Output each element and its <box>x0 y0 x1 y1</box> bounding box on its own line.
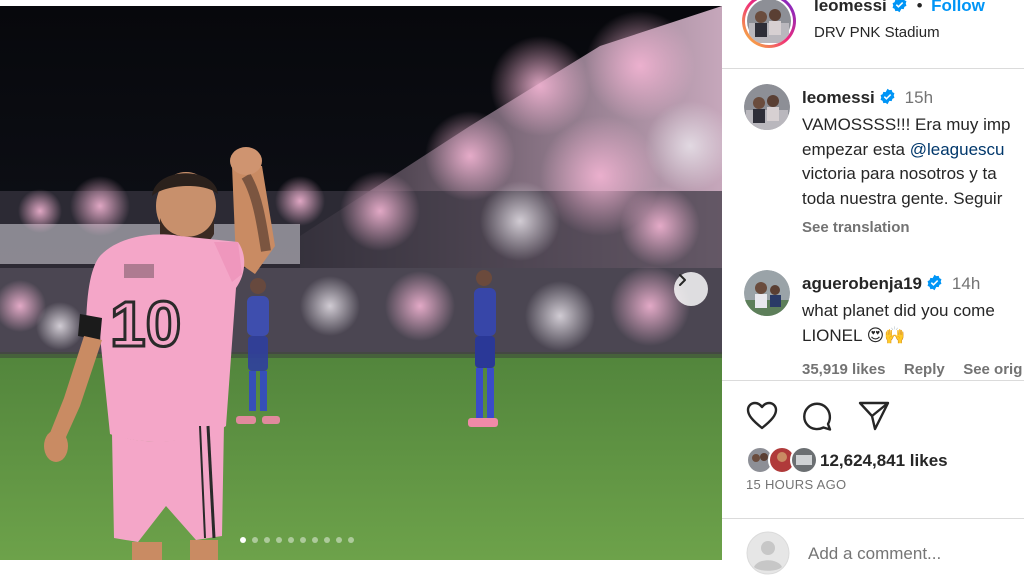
caption-username[interactable]: leomessi <box>802 88 875 107</box>
see-original-button[interactable]: See orig <box>963 361 1022 378</box>
post-time-ago[interactable]: 15 HOURS AGO <box>746 477 846 492</box>
chevron-right-icon <box>679 274 686 286</box>
carousel-dot <box>336 537 342 543</box>
author-avatar-ring[interactable] <box>742 0 796 48</box>
likes-count[interactable]: 12,624,841 likes <box>820 451 948 471</box>
comment-line: what planet did you come <box>802 301 995 320</box>
caption-avatar[interactable] <box>744 84 790 130</box>
comment-likes[interactable]: 35,919 likes <box>802 361 885 378</box>
carousel-dot <box>348 537 354 543</box>
comment-emoji: 😍🙌 <box>866 325 906 345</box>
see-translation-button[interactable]: See translation <box>802 219 910 236</box>
default-avatar-icon <box>746 531 790 575</box>
liked-by-avatars[interactable] <box>746 445 818 475</box>
comment-line-text: LIONEL <box>802 325 862 345</box>
separator-dot: • <box>916 0 923 15</box>
commenter-username[interactable]: aguerobenja19 <box>802 274 922 293</box>
carousel-indicator <box>240 537 354 543</box>
add-comment-input[interactable] <box>806 543 1010 565</box>
verified-icon <box>928 274 942 291</box>
carousel-dot <box>300 537 306 543</box>
verified-icon <box>892 0 907 13</box>
add-comment-bar <box>722 518 1024 576</box>
jersey-number: 10 <box>110 288 181 360</box>
heart-icon[interactable] <box>746 401 778 431</box>
carousel-dot <box>288 537 294 543</box>
post-media[interactable]: 10 <box>0 6 722 560</box>
comment-line: LIONEL 😍🙌 <box>802 324 995 349</box>
commenter-avatar[interactable] <box>744 270 790 316</box>
comment-time[interactable]: 14h <box>952 274 980 293</box>
caption-line-text: empezar esta <box>802 139 910 159</box>
carousel-dot <box>276 537 282 543</box>
carousel-dot <box>264 537 270 543</box>
share-icon[interactable] <box>858 401 890 431</box>
caption-line: toda nuestra gente. Seguir <box>802 188 1003 208</box>
avatar <box>744 270 790 316</box>
verified-icon <box>880 88 895 105</box>
post-location[interactable]: DRV PNK Stadium <box>814 24 940 41</box>
follow-button[interactable]: Follow <box>931 0 985 15</box>
carousel-next-button[interactable] <box>674 272 708 306</box>
comment-icon[interactable] <box>801 400 833 432</box>
post-side-panel: leomessi • Follow DRV PNK Stadium leomes… <box>722 0 1024 576</box>
carousel-dot <box>252 537 258 543</box>
caption-time[interactable]: 15h <box>905 88 933 107</box>
post-header: leomessi • Follow DRV PNK Stadium <box>722 0 1024 69</box>
avatar <box>744 84 790 130</box>
caption-line: VAMOSSSS!!! Era muy imp <box>802 115 1011 134</box>
avatar <box>747 0 791 43</box>
post-photo: 10 <box>0 6 722 560</box>
reply-button[interactable]: Reply <box>904 361 945 378</box>
mention-link[interactable]: @leaguescu <box>910 140 1005 159</box>
caption-line: empezar esta @leaguescu <box>802 138 1010 163</box>
carousel-dot <box>312 537 318 543</box>
caption-line: victoria para nosotros y ta <box>802 164 997 183</box>
carousel-dot <box>324 537 330 543</box>
avatar <box>746 446 818 474</box>
author-username[interactable]: leomessi <box>814 0 887 15</box>
carousel-dot <box>240 537 246 543</box>
